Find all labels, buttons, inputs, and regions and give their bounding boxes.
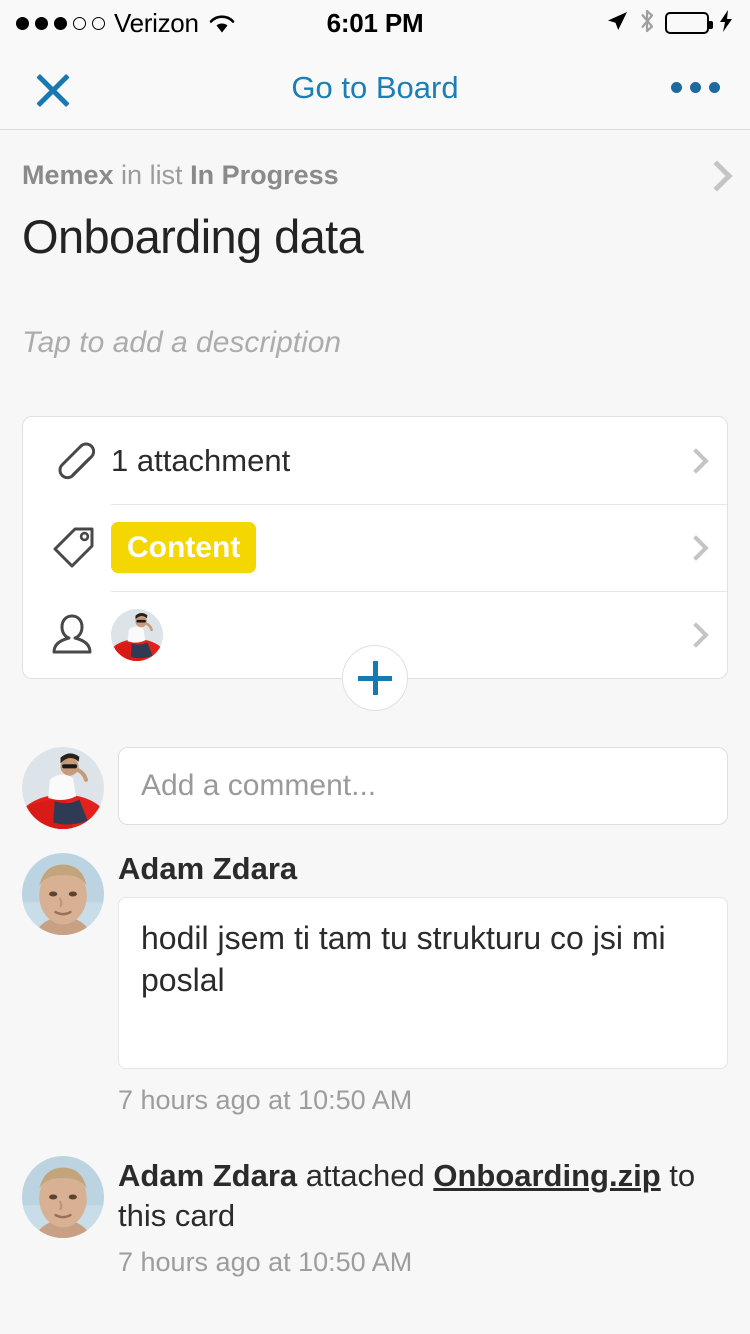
status-bar-right [605, 8, 734, 39]
comment-main: Adam Zdara hodil jsem ti tam tu struktur… [118, 851, 728, 1116]
location-arrow-icon [605, 9, 629, 38]
battery-icon [665, 12, 713, 34]
description-placeholder[interactable]: Tap to add a description [0, 264, 750, 360]
wifi-icon [208, 12, 236, 34]
status-bar-left: Verizon [16, 8, 236, 39]
card-detail-screen: Verizon 6:01 PM Go to Board Memex in lis… [0, 0, 750, 1334]
avatar [22, 747, 104, 829]
card-detail-panel: 1 attachment Content [22, 416, 728, 711]
activity-attachment-link[interactable]: Onboarding.zip [433, 1158, 660, 1193]
chevron-right-icon[interactable] [683, 447, 709, 474]
page-title[interactable]: Onboarding data [0, 191, 750, 264]
comment-timestamp: 7 hours ago at 10:50 AM [118, 1085, 413, 1115]
comment-input[interactable]: Add a comment... [118, 747, 728, 825]
carrier-label: Verizon [114, 7, 199, 38]
navigation-bar: Go to Board [0, 46, 750, 130]
paperclip-icon [49, 436, 111, 486]
labels-row[interactable]: Content [23, 504, 727, 591]
avatar [22, 853, 104, 935]
more-horizontal-icon[interactable] [671, 82, 720, 93]
person-icon [49, 611, 111, 659]
attachment-row-body: 1 attachment [111, 443, 687, 479]
activity-timestamp: 7 hours ago at 10:50 AM [118, 1246, 413, 1277]
breadcrumb-connector: in list [113, 160, 191, 190]
activity-author: Adam Zdara [118, 1158, 298, 1193]
status-bar: Verizon 6:01 PM [0, 0, 750, 46]
breadcrumb-text: Memex in list In Progress [22, 160, 706, 191]
plus-icon[interactable] [342, 645, 408, 711]
activity-action: attached [297, 1158, 434, 1193]
avatar [22, 1156, 104, 1238]
breadcrumb-board: Memex [22, 160, 114, 190]
breadcrumb-list: In Progress [190, 160, 339, 190]
label-badge[interactable]: Content [111, 521, 257, 574]
attachment-count-label: 1 attachment [111, 442, 291, 478]
tag-icon [49, 524, 111, 572]
comment-author: Adam Zdara [118, 851, 298, 886]
comment-body[interactable]: hodil jsem ti tam tu strukturu co jsi mi… [118, 897, 728, 1069]
attachment-row[interactable]: 1 attachment [23, 417, 727, 504]
chevron-right-icon[interactable] [701, 159, 733, 192]
charging-bolt-icon [718, 9, 734, 38]
close-icon[interactable] [30, 65, 76, 111]
breadcrumb[interactable]: Memex in list In Progress [0, 130, 750, 192]
signal-strength-icon [16, 16, 105, 30]
nav-title[interactable]: Go to Board [0, 70, 750, 106]
activity-main: Adam Zdara attached Onboarding.zip to th… [118, 1156, 728, 1278]
chevron-right-icon[interactable] [683, 534, 709, 561]
activity-item: Adam Zdara attached Onboarding.zip to th… [0, 1116, 750, 1278]
activity-text: Adam Zdara attached Onboarding.zip to th… [118, 1156, 728, 1237]
labels-row-body: Content [111, 521, 687, 574]
comment-item: Adam Zdara hodil jsem ti tam tu struktur… [0, 829, 750, 1116]
bluetooth-icon [638, 8, 656, 39]
members-row-body [111, 608, 687, 661]
avatar[interactable] [111, 608, 163, 661]
chevron-right-icon[interactable] [683, 621, 709, 648]
